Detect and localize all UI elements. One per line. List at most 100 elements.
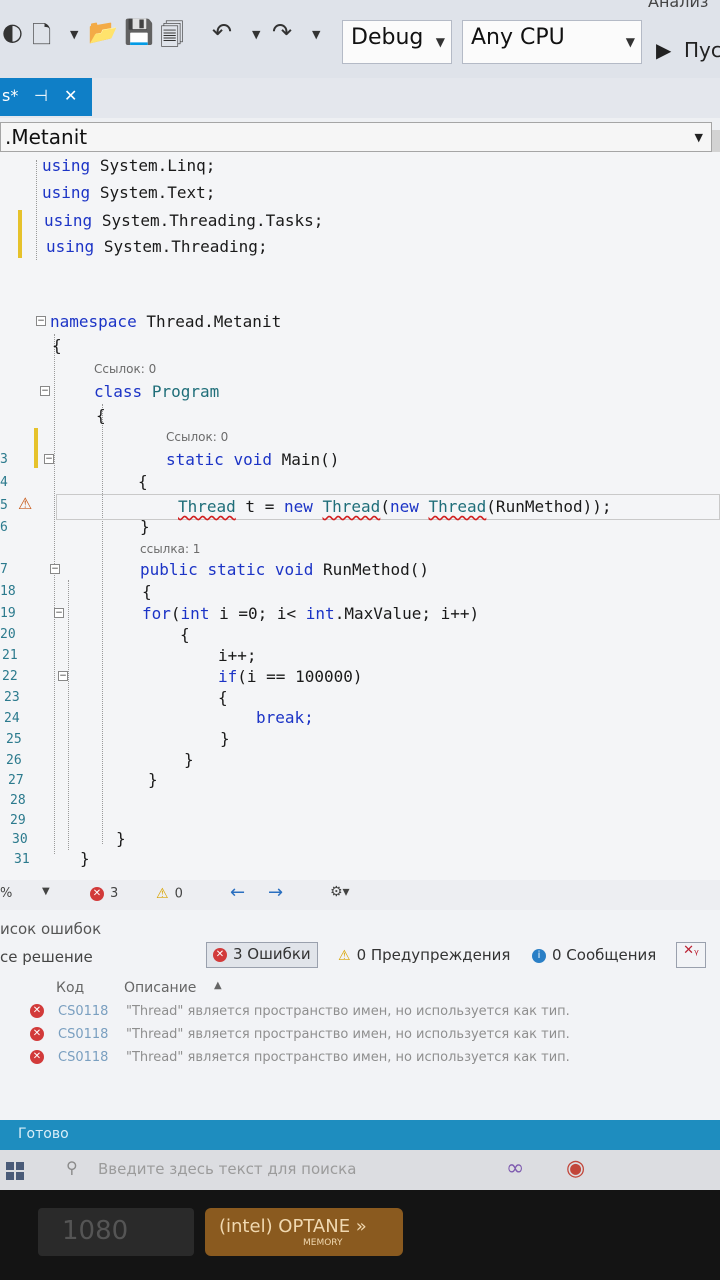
chevron-down-icon: ▼ bbox=[435, 35, 445, 49]
run-button-label[interactable]: Пус bbox=[684, 38, 720, 62]
code-line: break; bbox=[256, 708, 314, 727]
status-text: Готово bbox=[18, 1126, 69, 1142]
line-number: 7 bbox=[0, 562, 8, 577]
chevron-down-icon[interactable]: ▼ bbox=[42, 886, 50, 897]
code-line: { bbox=[180, 625, 190, 644]
document-tab[interactable]: s* ⊣ ✕ bbox=[0, 78, 92, 116]
settings-icon[interactable]: ⚙▾ bbox=[330, 884, 350, 900]
line-number: 29 bbox=[10, 813, 26, 828]
line-number: 20 bbox=[0, 627, 16, 642]
reference-count[interactable]: Ссылок: 0 bbox=[166, 430, 228, 444]
chevron-down-icon[interactable]: ▼ bbox=[252, 28, 260, 41]
back-icon[interactable]: ◐ bbox=[2, 18, 23, 46]
table-row[interactable]: ✕ CS0118 "Thread" является пространство … bbox=[0, 1002, 720, 1024]
line-number: 4 bbox=[0, 475, 8, 490]
arrow-right-icon[interactable]: → bbox=[268, 882, 283, 903]
code-line: { bbox=[52, 336, 62, 355]
errors-filter-button[interactable]: ✕ 3 Ошибки bbox=[206, 942, 318, 968]
error-list-panel: исок ошибок се решение ✕ 3 Ошибки ⚠ 0 Пред… bbox=[0, 910, 720, 1120]
change-marker bbox=[34, 428, 38, 468]
error-icon: ✕ bbox=[30, 1050, 44, 1064]
collapse-icon[interactable]: − bbox=[36, 316, 46, 326]
line-number: 27 bbox=[8, 773, 24, 788]
lightbulb-icon[interactable]: ⚠ bbox=[18, 494, 32, 513]
pin-icon[interactable]: ⊣ bbox=[34, 86, 48, 105]
indent-guide bbox=[36, 160, 37, 260]
line-number: 30 bbox=[12, 832, 28, 847]
save-all-icon[interactable]: 🗐 bbox=[160, 18, 184, 59]
clear-filter-icon[interactable]: ✕ᵧ bbox=[676, 942, 706, 968]
status-bar: Готово bbox=[0, 1120, 720, 1150]
column-header-description[interactable]: Описание bbox=[124, 980, 196, 996]
code-line: namespace Thread.Metanit bbox=[50, 312, 282, 331]
line-number: 6 bbox=[0, 520, 8, 535]
warning-icon: ⚠ bbox=[338, 947, 351, 964]
navigation-bar[interactable]: .Metanit ▼ bbox=[0, 122, 712, 152]
taskbar-search-input[interactable]: Введите здесь текст для поиска bbox=[98, 1160, 356, 1178]
line-number: 21 bbox=[2, 648, 18, 663]
editor-status-strip: % ▼ ✕ 3 ⚠ 0 ← → ⚙▾ bbox=[0, 880, 720, 910]
arrow-left-icon[interactable]: ← bbox=[230, 882, 245, 903]
search-icon[interactable]: ⚲ bbox=[66, 1158, 78, 1177]
scope-dropdown[interactable]: се решение bbox=[0, 948, 93, 966]
warning-count[interactable]: ⚠ 0 bbox=[156, 886, 183, 902]
code-line: using System.Linq; bbox=[42, 156, 216, 175]
line-number: 31 bbox=[14, 852, 30, 867]
chevron-down-icon[interactable]: ▼ bbox=[312, 28, 320, 41]
code-line: } bbox=[184, 750, 194, 769]
chrome-icon[interactable]: ◉ bbox=[566, 1156, 585, 1181]
platform-select[interactable]: Any CPU ▼ bbox=[462, 20, 642, 64]
collapse-icon[interactable]: − bbox=[54, 608, 64, 618]
analysis-menu[interactable]: Анализ bbox=[648, 0, 708, 11]
error-count[interactable]: ✕ 3 bbox=[90, 886, 118, 901]
platform-value: Any CPU bbox=[471, 25, 565, 50]
zoom-level[interactable]: % bbox=[0, 886, 12, 901]
tab-bar bbox=[0, 78, 720, 118]
display-sticker: 1080 bbox=[38, 1208, 194, 1256]
collapse-icon[interactable]: − bbox=[58, 671, 68, 681]
reference-count[interactable]: Ссылок: 0 bbox=[94, 362, 156, 376]
new-project-icon[interactable]: 🗋 bbox=[32, 18, 51, 59]
code-line: } bbox=[140, 517, 150, 536]
chevron-down-icon[interactable]: ▼ bbox=[695, 131, 703, 144]
table-row[interactable]: ✕ CS0118 "Thread" является пространство … bbox=[0, 1048, 720, 1070]
code-line: { bbox=[138, 472, 148, 491]
code-line: using System.Threading.Tasks; bbox=[44, 211, 324, 230]
info-icon: i bbox=[532, 948, 546, 963]
warnings-filter-button[interactable]: ⚠ 0 Предупреждения bbox=[338, 946, 510, 972]
run-icon[interactable]: ▶ bbox=[656, 38, 671, 62]
code-line: using System.Text; bbox=[42, 183, 216, 202]
code-line: Thread t = new Thread(new Thread(RunMeth… bbox=[178, 497, 612, 516]
code-line: } bbox=[220, 729, 230, 748]
code-line: } bbox=[116, 829, 126, 848]
table-row[interactable]: ✕ CS0118 "Thread" является пространство … bbox=[0, 1025, 720, 1047]
collapse-icon[interactable]: − bbox=[50, 564, 60, 574]
taskbar: ⚲ Введите здесь текст для поиска ∞ ◉ bbox=[0, 1150, 720, 1190]
code-line: { bbox=[142, 582, 152, 601]
windows-start-icon[interactable] bbox=[6, 1162, 24, 1180]
namespace-dropdown[interactable]: .Metanit bbox=[5, 125, 87, 149]
undo-icon[interactable]: ↶ bbox=[212, 18, 232, 46]
code-line: if(i == 100000) bbox=[218, 667, 363, 686]
redo-icon[interactable]: ↷ bbox=[272, 18, 292, 46]
sort-icon[interactable]: ▲ bbox=[214, 980, 222, 991]
collapse-icon[interactable]: − bbox=[44, 454, 54, 464]
line-number: 5 bbox=[0, 498, 8, 513]
close-icon[interactable]: ✕ bbox=[64, 86, 77, 105]
config-select[interactable]: Debug ▼ bbox=[342, 20, 452, 64]
column-header-code[interactable]: Код bbox=[56, 980, 84, 996]
open-folder-icon[interactable]: 📂 bbox=[88, 18, 118, 46]
panel-title: исок ошибок bbox=[0, 920, 102, 938]
config-value: Debug bbox=[351, 25, 424, 50]
collapse-icon[interactable]: − bbox=[40, 386, 50, 396]
save-icon[interactable]: 💾 bbox=[124, 18, 154, 46]
chevron-down-icon[interactable]: ▼ bbox=[70, 28, 78, 41]
indent-guide bbox=[54, 334, 55, 854]
code-line: } bbox=[148, 770, 158, 789]
visual-studio-icon[interactable]: ∞ bbox=[506, 1156, 524, 1181]
messages-filter-button[interactable]: i0 Сообщения bbox=[532, 946, 656, 972]
warning-icon: ⚠ bbox=[156, 886, 169, 902]
line-number: 18 bbox=[0, 584, 16, 599]
line-number: 25 bbox=[6, 732, 22, 747]
reference-count[interactable]: ссылка: 1 bbox=[140, 542, 200, 556]
